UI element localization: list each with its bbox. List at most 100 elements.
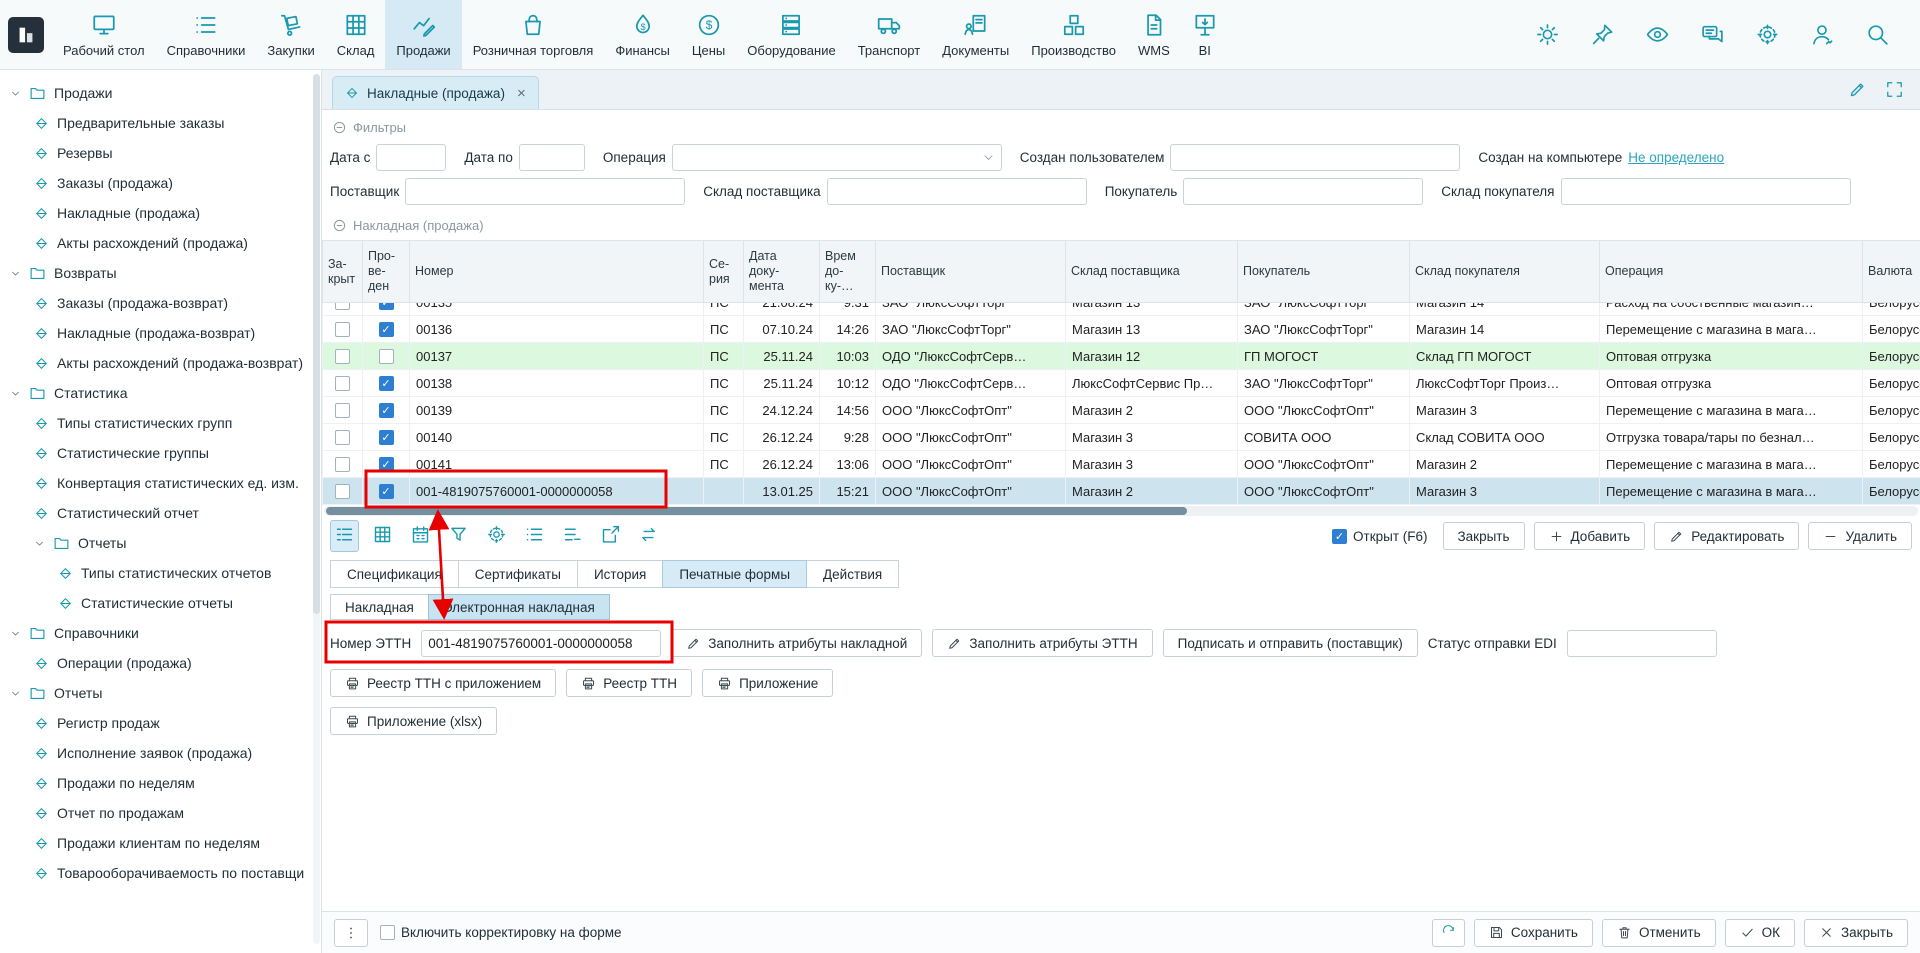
column-header[interactable]: За- крыт: [323, 241, 363, 303]
module-finance[interactable]: $Финансы: [604, 0, 681, 69]
table-cell[interactable]: Белорусс…: [1863, 451, 1920, 478]
sidebar-item[interactable]: Операции (продажа): [0, 648, 321, 678]
fill-ettn-attrs-button[interactable]: Заполнить атрибуты ЭТТН: [932, 629, 1152, 657]
checkbox-cell[interactable]: [323, 303, 363, 316]
sidebar-item[interactable]: Продажи: [0, 78, 321, 108]
gear-icon[interactable]: [482, 520, 511, 552]
table-cell[interactable]: 25.11.24: [744, 370, 820, 397]
module-retail[interactable]: Розничная торговля: [462, 0, 605, 69]
checkbox-cell[interactable]: [363, 397, 410, 424]
module-transport[interactable]: Транспорт: [847, 0, 932, 69]
table-cell[interactable]: 21.08.24: [744, 303, 820, 316]
add-button[interactable]: Добавить: [1534, 522, 1646, 550]
table-cell[interactable]: 13:06: [820, 451, 876, 478]
table-cell[interactable]: Отгрузка товара/тары по безнал…: [1600, 424, 1863, 451]
checkbox-icon[interactable]: [379, 376, 394, 391]
ttn-registry-with-annex-button[interactable]: Реестр ТТН с приложением: [330, 669, 556, 697]
sidebar-item[interactable]: Справочники: [0, 618, 321, 648]
horizontal-scrollbar[interactable]: [324, 506, 1918, 516]
close-button[interactable]: Закрыть: [1804, 919, 1908, 947]
sidebar-item[interactable]: Заказы (продажа): [0, 168, 321, 198]
swap-icon[interactable]: [634, 520, 663, 552]
table-cell[interactable]: Оптовая отгрузка: [1600, 370, 1863, 397]
table-cell[interactable]: Магазин 14: [1410, 316, 1600, 343]
sidebar-item[interactable]: Продажи клиентам по неделям: [0, 828, 321, 858]
checkbox-icon[interactable]: [335, 403, 350, 418]
table-cell[interactable]: Белорусс…: [1863, 478, 1920, 505]
table-row[interactable]: 001-4819075760001-000000005813.01.2515:2…: [323, 478, 1920, 505]
table-cell[interactable]: ЗАО "ЛюксСофтТорг": [876, 303, 1066, 316]
table-cell[interactable]: 001-4819075760001-0000000058: [410, 478, 704, 505]
gear-icon[interactable]: [1755, 22, 1780, 47]
table-cell[interactable]: ПС: [704, 424, 744, 451]
table-cell[interactable]: Перемещение с магазина в мага…: [1600, 397, 1863, 424]
table-cell[interactable]: 26.12.24: [744, 451, 820, 478]
filter-input[interactable]: [519, 144, 585, 171]
table-cell[interactable]: Расход на собственные магазин…: [1600, 303, 1863, 316]
table-cell[interactable]: 00137: [410, 343, 704, 370]
table-cell[interactable]: ПС: [704, 451, 744, 478]
table-cell[interactable]: ОДО "ЛюксСофтСерв…: [876, 343, 1066, 370]
pin-icon[interactable]: [1590, 22, 1615, 47]
table-cell[interactable]: 10:12: [820, 370, 876, 397]
group-list-icon[interactable]: [520, 520, 549, 552]
table-cell[interactable]: [704, 478, 744, 505]
filter-input[interactable]: [1183, 178, 1423, 205]
table-cell[interactable]: Склад СОВИТА ООО: [1410, 424, 1600, 451]
table-cell[interactable]: ЗАО "ЛюксСофтТорг": [876, 316, 1066, 343]
feedback-icon[interactable]: [1700, 22, 1725, 47]
detail-tab[interactable]: Спецификация: [330, 560, 459, 588]
checkbox-icon[interactable]: [335, 303, 350, 310]
table-cell[interactable]: 25.11.24: [744, 343, 820, 370]
eye-icon[interactable]: [1645, 22, 1670, 47]
table-cell[interactable]: Магазин 14: [1410, 303, 1600, 316]
app-logo[interactable]: [0, 0, 52, 69]
column-header[interactable]: Се- рия: [704, 241, 744, 303]
checkbox-icon[interactable]: [379, 303, 394, 310]
checkbox-cell[interactable]: [363, 424, 410, 451]
table-cell[interactable]: Магазин 13: [1066, 303, 1238, 316]
table-cell[interactable]: 14:26: [820, 316, 876, 343]
table-cell[interactable]: 00140: [410, 424, 704, 451]
table-cell[interactable]: 00135: [410, 303, 704, 316]
table-cell[interactable]: 00141: [410, 451, 704, 478]
column-header[interactable]: Склад поставщика: [1066, 241, 1238, 303]
sidebar-item[interactable]: Статистический отчет: [0, 498, 321, 528]
maximize-icon[interactable]: [1885, 80, 1904, 99]
checkbox-icon[interactable]: [379, 484, 394, 499]
checkbox-icon[interactable]: [335, 322, 350, 337]
fill-invoice-attrs-button[interactable]: Заполнить атрибуты накладной: [671, 629, 922, 657]
sidebar-item[interactable]: Продажи по неделям: [0, 768, 321, 798]
sidebar-item[interactable]: Типы статистических отчетов: [0, 558, 321, 588]
table-cell[interactable]: 24.12.24: [744, 397, 820, 424]
module-wms[interactable]: WMS: [1127, 0, 1181, 69]
table-cell[interactable]: ООО "ЛюксСофтОпт": [1238, 397, 1410, 424]
table-cell[interactable]: 07.10.24: [744, 316, 820, 343]
user-icon[interactable]: [1810, 22, 1835, 47]
checkbox-cell[interactable]: [363, 451, 410, 478]
sidebar-item[interactable]: Накладные (продажа-возврат): [0, 318, 321, 348]
column-header[interactable]: Склад покупателя: [1410, 241, 1600, 303]
cancel-button[interactable]: Отменить: [1602, 919, 1716, 947]
column-header[interactable]: Врем до- ку-…: [820, 241, 876, 303]
table-cell[interactable]: ПС: [704, 343, 744, 370]
tab-close-icon[interactable]: ×: [517, 85, 526, 102]
sidebar-item[interactable]: Статистика: [0, 378, 321, 408]
ok-button[interactable]: ОК: [1725, 919, 1795, 947]
table-cell[interactable]: Магазин 3: [1410, 397, 1600, 424]
detail-tab[interactable]: История: [577, 560, 663, 588]
ttn-registry-button[interactable]: Реестр ТТН: [566, 669, 692, 697]
sidebar-item[interactable]: Акты расхождений (продажа): [0, 228, 321, 258]
save-button[interactable]: Сохранить: [1474, 919, 1593, 947]
table-cell[interactable]: Магазин 3: [1410, 478, 1600, 505]
table-cell[interactable]: Белорусс…: [1863, 424, 1920, 451]
checkbox-icon[interactable]: [379, 403, 394, 418]
checkbox-icon[interactable]: [379, 457, 394, 472]
table-cell[interactable]: Магазин 2: [1066, 397, 1238, 424]
checkbox-cell[interactable]: [323, 343, 363, 370]
filter-link[interactable]: Не определено: [1628, 150, 1724, 165]
checkbox-cell[interactable]: [323, 478, 363, 505]
table-cell[interactable]: 00138: [410, 370, 704, 397]
filter-input[interactable]: [405, 178, 685, 205]
chevron-down-icon[interactable]: [10, 388, 21, 399]
